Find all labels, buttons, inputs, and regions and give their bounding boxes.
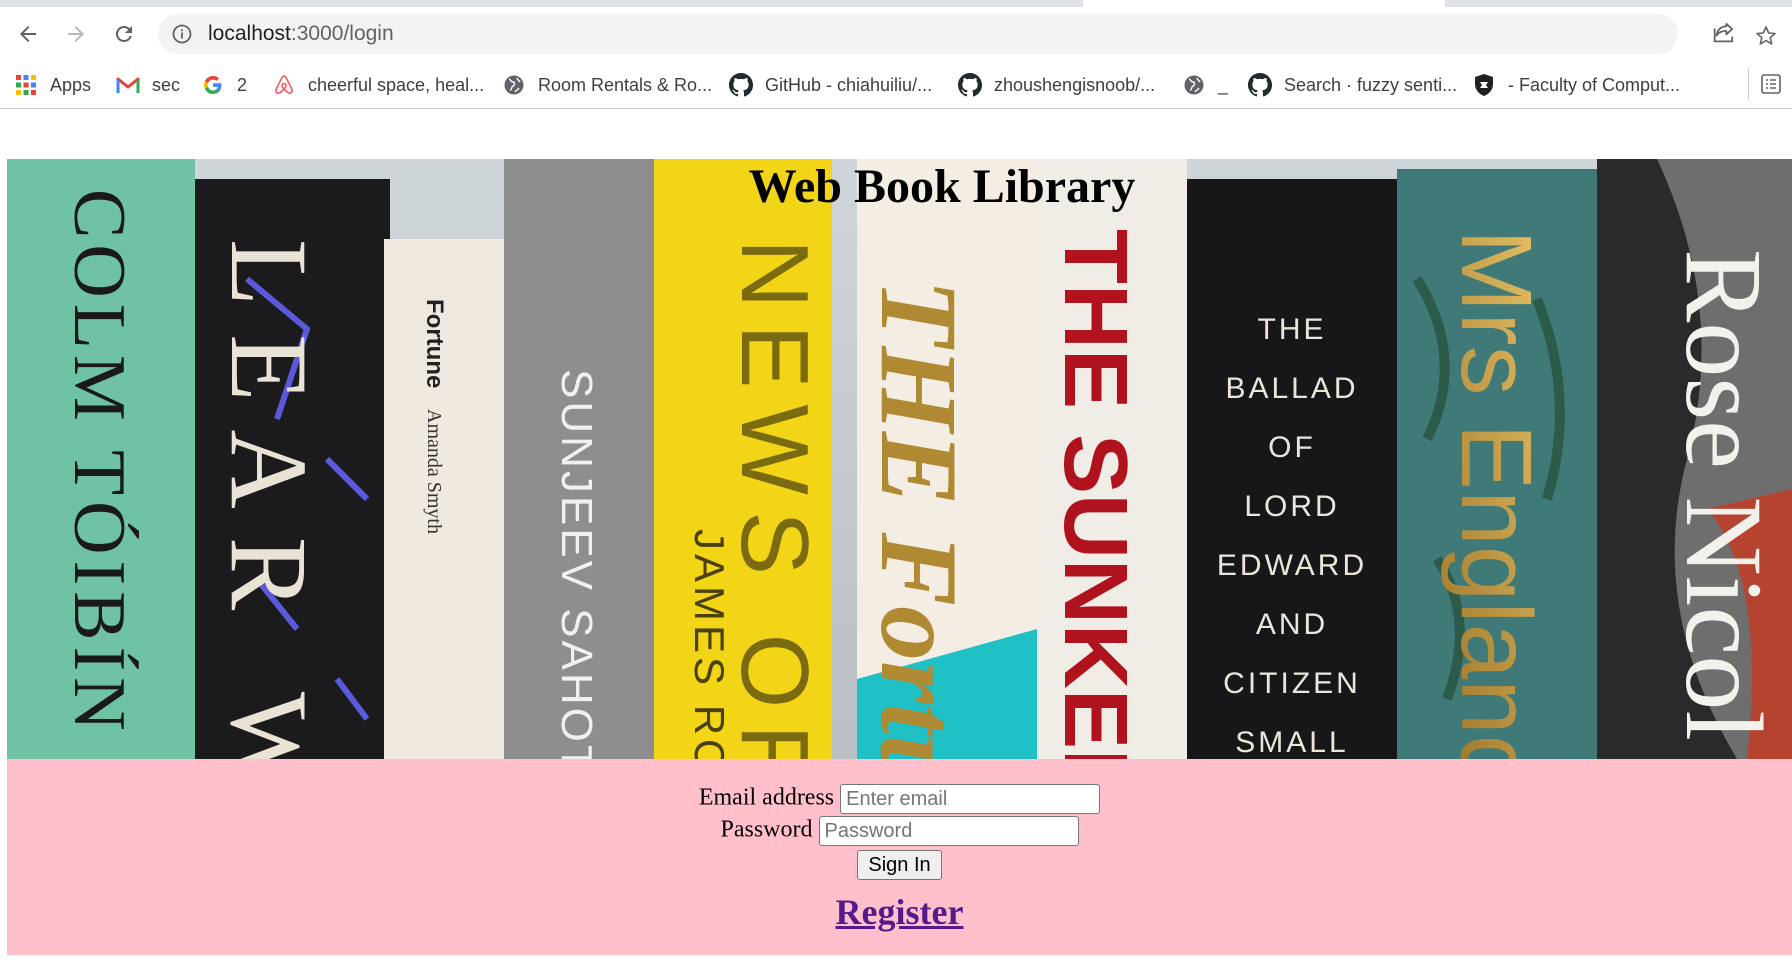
back-button[interactable]: [10, 16, 46, 52]
forward-button[interactable]: [58, 16, 94, 52]
spine-rose-nicol: Rose Nicol: [1663, 249, 1785, 741]
url-text: localhost:3000/login: [208, 22, 394, 46]
password-field[interactable]: [818, 816, 1079, 846]
password-row: Password: [7, 816, 1792, 846]
bookmark-github-zhousheng[interactable]: zhoushengisnoob/...: [958, 71, 1155, 99]
bookmark-label: sec: [152, 74, 181, 95]
bookmark-label: _: [1218, 74, 1229, 95]
email-label: Email address: [698, 784, 835, 811]
bookmark-label: zhoushengisnoob/...: [994, 74, 1156, 95]
bookmark-label: GitHub - chiahuiliu/...: [765, 74, 933, 95]
page-title: Web Book Library: [748, 160, 1136, 213]
signin-row: Sign In: [7, 850, 1792, 880]
bookmark-label: Room Rentals & Ro...: [538, 74, 713, 95]
apps-grid-icon: [14, 73, 38, 97]
share-icon[interactable]: [1710, 18, 1738, 46]
spine-ballad-word: SMALL: [1235, 726, 1348, 759]
bookmark-room-rentals[interactable]: Room Rentals & Ro...: [502, 71, 712, 99]
register-link[interactable]: Register: [836, 892, 964, 932]
reading-list-icon: [1761, 74, 1781, 94]
bookmark-search-fuzzy[interactable]: Search · fuzzy senti...: [1248, 71, 1457, 99]
spine-ballad-word: CITIZEN: [1223, 667, 1361, 700]
email-row: Email address: [7, 784, 1792, 814]
github-icon: [729, 73, 753, 97]
shield-icon: [1472, 73, 1496, 97]
reading-list-button[interactable]: [1748, 68, 1792, 100]
bookmark-github-chiahuiliu[interactable]: GitHub - chiahuiliu/...: [729, 71, 932, 99]
login-form: Email address Password Sign In Register: [7, 759, 1792, 955]
register-row: Register: [7, 891, 1792, 933]
password-label: Password: [720, 816, 813, 843]
globe-icon: [1182, 73, 1206, 97]
spine-ballad-word: LORD: [1244, 490, 1339, 523]
bookmark-apps[interactable]: Apps: [14, 71, 91, 99]
address-bar[interactable]: localhost:3000/login: [158, 14, 1734, 54]
spine-fortune: Fortune: [421, 299, 448, 388]
info-icon[interactable]: [172, 24, 192, 44]
bookmark-label: 2: [237, 74, 248, 95]
browser-toolbar: localhost:3000/login: [0, 12, 1792, 56]
bookmark-star-icon[interactable]: [1754, 24, 1778, 48]
github-icon: [958, 73, 982, 97]
url-path: :3000/login: [290, 22, 394, 45]
bookmarks-bar: Apps sec 2 cheerful space, heal... Room …: [0, 62, 1792, 109]
bookmark-faculty[interactable]: - Faculty of Comput...: [1472, 71, 1680, 99]
arrow-right-icon: [68, 26, 84, 42]
spine-news-of: NEWS OF: [721, 239, 828, 759]
active-tab[interactable]: [1083, 0, 1445, 12]
spine-ballad-word: AND: [1256, 608, 1328, 641]
arrow-left-icon: [20, 26, 36, 42]
bookmark-label: - Faculty of Comput...: [1508, 74, 1681, 95]
bookmark-label: Apps: [50, 74, 92, 95]
github-icon: [1248, 73, 1272, 97]
globe-icon: [502, 73, 526, 97]
spine-james-ro: JAMES RO: [686, 529, 733, 759]
spine-amanda-smyth: Amanda Smyth: [423, 409, 445, 534]
bookmark-underscore[interactable]: _: [1182, 71, 1228, 99]
reload-button[interactable]: [106, 16, 142, 52]
google-icon: [201, 73, 225, 97]
reload-icon: [115, 25, 132, 42]
spine-ballad-word: EDWARD: [1217, 549, 1367, 582]
spine-mrs-england: Mrs England: [1440, 229, 1552, 759]
hero-bookshelf-image: COLM TÓIBÍN LEAR W Fortune Amanda Smyth …: [7, 159, 1792, 759]
bookmark-2[interactable]: 2: [201, 71, 247, 99]
sign-in-button[interactable]: Sign In: [857, 850, 942, 880]
spine-sunjeev-sahota: SUNJEEV SAHOTA: [552, 369, 601, 759]
bookmark-label: Search · fuzzy senti...: [1284, 74, 1458, 95]
spine-colm-toibin: COLM TÓIBÍN: [58, 189, 140, 737]
gmail-icon: [116, 73, 140, 97]
bookmark-label: cheerful space, heal...: [308, 74, 485, 95]
bookmark-sec[interactable]: sec: [116, 71, 180, 99]
email-field[interactable]: [840, 784, 1101, 814]
spine-ballad-word: OF: [1268, 431, 1316, 464]
url-host: localhost: [208, 22, 291, 45]
spine-ballad-word: BALLAD: [1225, 372, 1358, 405]
tab-strip: [0, 0, 1792, 12]
airbnb-icon: [272, 73, 296, 97]
spine-the-fortune: THE Fortu: [858, 279, 980, 759]
spine-lear-w: LEAR W: [208, 239, 330, 759]
spine-ballad-word: THE: [1258, 313, 1327, 346]
bookmark-airbnb[interactable]: cheerful space, heal...: [272, 71, 484, 99]
spine-the-sunken-road: THE SUNKEN RO: [1045, 229, 1145, 759]
